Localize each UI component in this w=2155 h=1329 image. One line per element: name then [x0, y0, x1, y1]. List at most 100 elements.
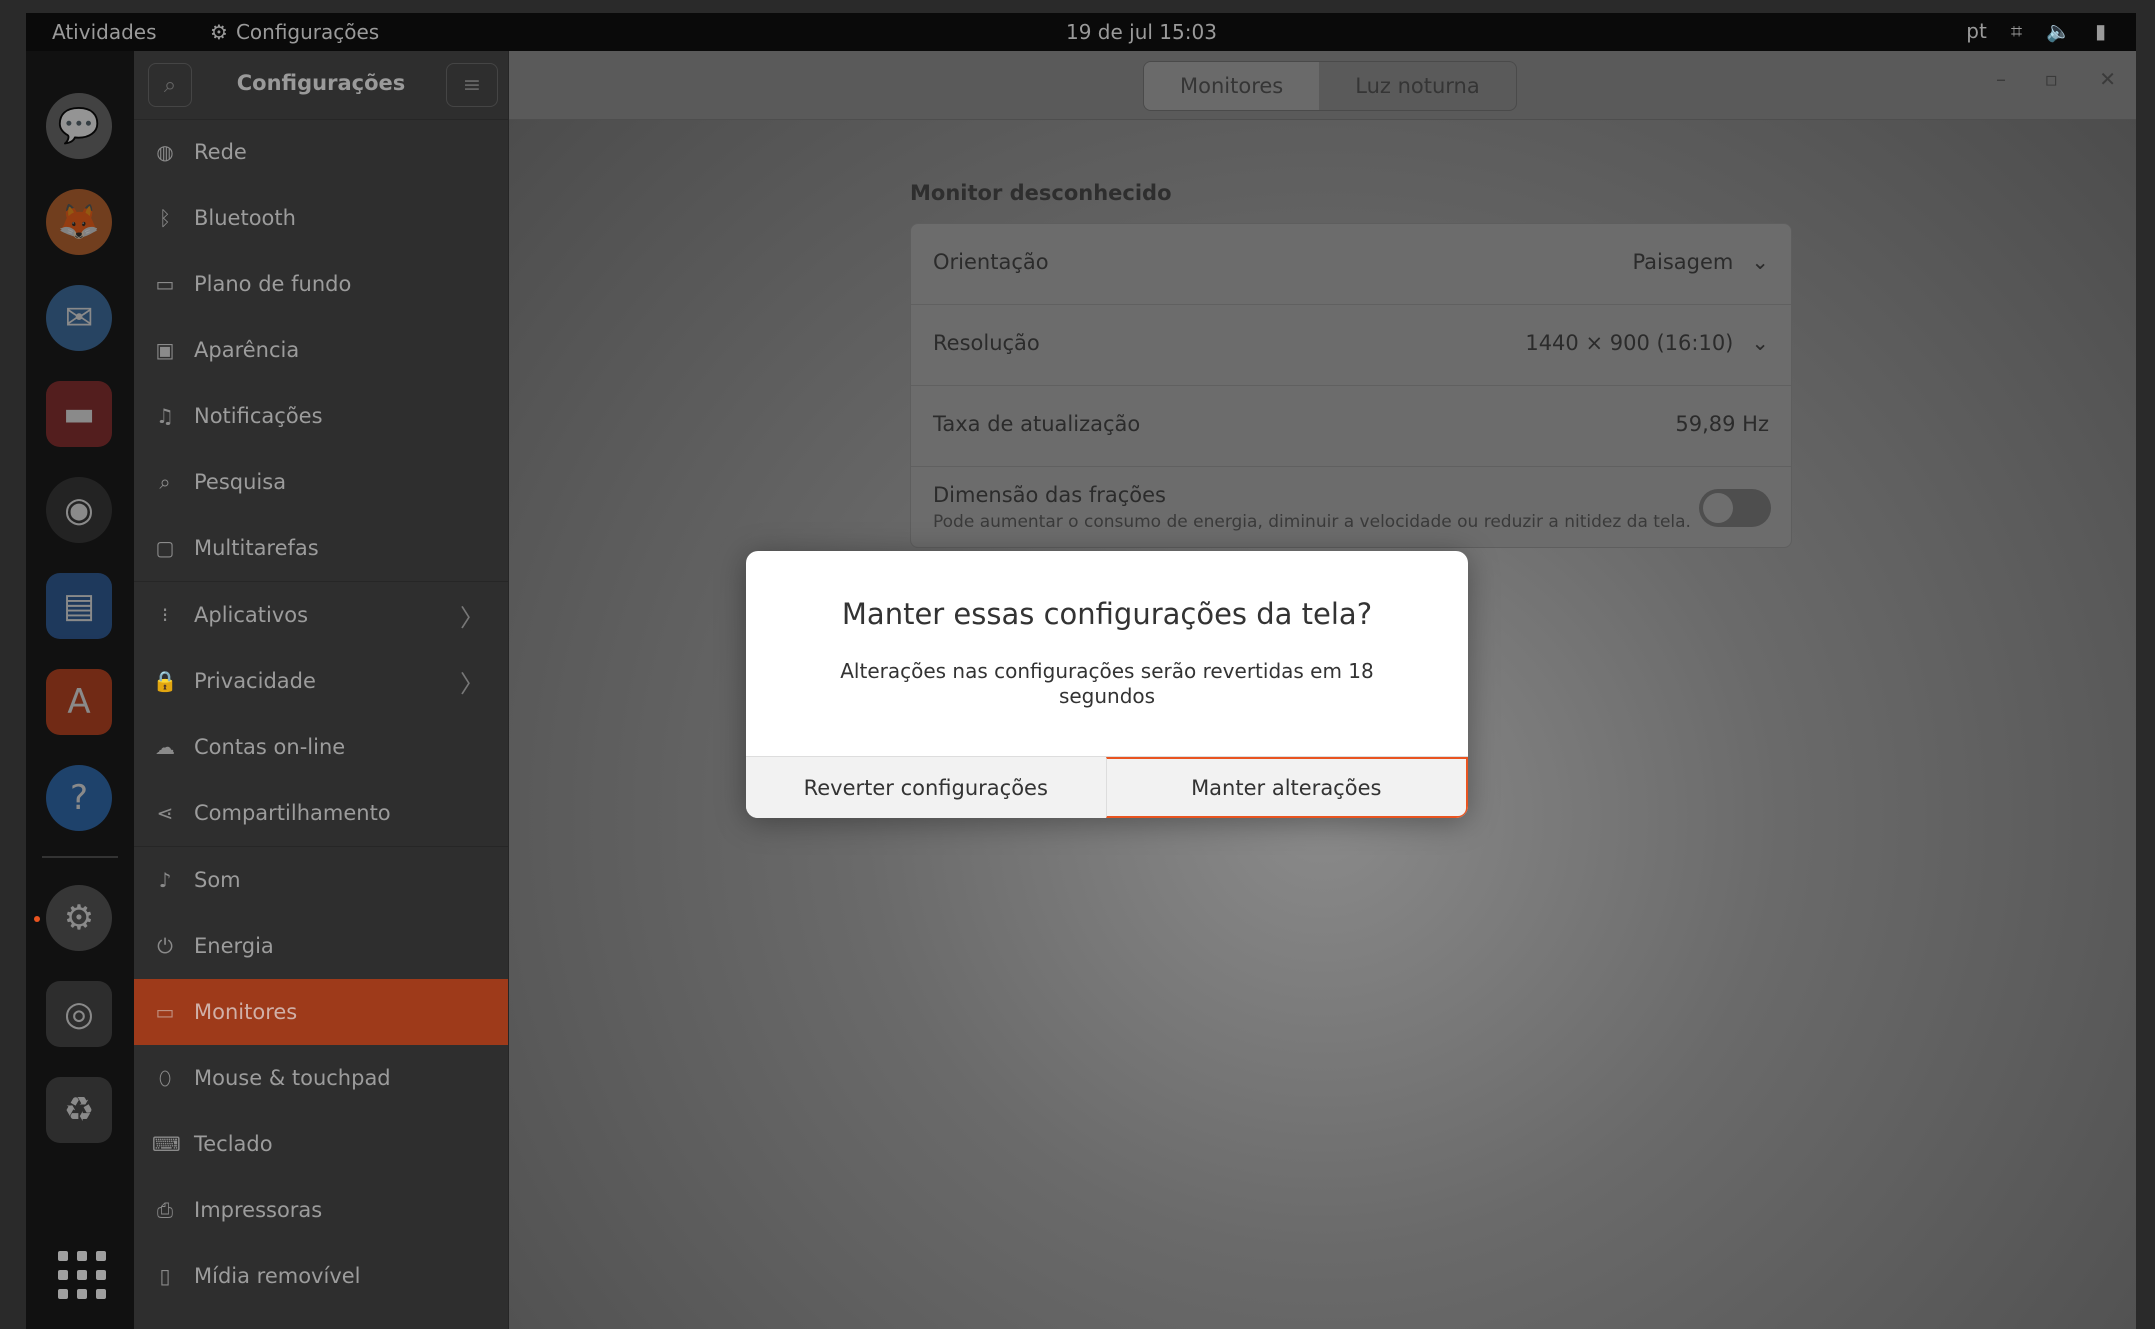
battery-icon: ▮	[2094, 19, 2106, 43]
gear-icon: ⚙	[210, 20, 228, 44]
app-menu[interactable]: ⚙ Configurações	[210, 20, 379, 44]
resolution-row[interactable]: Resolução 1440 × 900 (16:10) ⌄	[911, 305, 1791, 386]
chat-app-icon[interactable]: 💬	[46, 93, 112, 159]
trash-icon[interactable]: ♻	[46, 1077, 112, 1143]
power-icon: ⏻	[157, 934, 173, 958]
keep-changes-button[interactable]: Manter alterações	[1105, 757, 1468, 818]
sidebar-item-midia-removivel[interactable]: ▯ Mídia removível	[134, 1243, 508, 1309]
sidebar-item-aparencia[interactable]: ▣ Aparência	[134, 317, 508, 383]
sidebar-item-label: Plano de fundo	[194, 272, 352, 296]
revert-settings-button[interactable]: Reverter configurações	[746, 757, 1106, 818]
fractional-scaling-label: Dimensão das frações	[933, 483, 1166, 507]
sidebar-item-rede[interactable]: ◍ Rede	[134, 119, 508, 185]
monitor-name: Monitor desconhecido	[910, 181, 1172, 205]
sidebar-list: ◍ Rede ᛒ Bluetooth ▭ Plano de fundo ▣ Aparên…	[134, 119, 508, 1309]
sidebar-item-impressoras[interactable]: ⎙ Impressoras	[134, 1177, 508, 1243]
orientation-row[interactable]: Orientação Paisagem ⌄	[911, 224, 1791, 305]
sidebar-item-notificacoes[interactable]: ♫ Notificações	[134, 383, 508, 449]
fractional-scaling-row: Dimensão das frações Pode aumentar o con…	[911, 467, 1791, 547]
dialog-title: Manter essas configurações da tela?	[841, 597, 1373, 631]
sidebar-item-label: Compartilhamento	[194, 801, 391, 825]
close-icon[interactable]: ✕	[2099, 67, 2116, 91]
mouse-icon: ⬯	[158, 1066, 172, 1090]
toggle-knob	[1703, 493, 1733, 523]
sidebar-header: ⌕ Configurações ≡	[134, 51, 508, 120]
tab-monitores[interactable]: Monitores	[1144, 62, 1320, 110]
dock: 💬 🦊 ✉ ▬ ◉ ▤ A ? ⚙ ◎ ♻	[26, 51, 134, 1329]
resolution-value: 1440 × 900 (16:10)	[1525, 331, 1734, 355]
maximize-icon[interactable]: ▫	[2044, 67, 2058, 91]
apps-grid-icon: ⁝	[161, 603, 169, 627]
printer-icon: ⎙	[157, 1198, 173, 1222]
settings-app-icon[interactable]: ⚙	[46, 885, 112, 951]
chevron-down-icon: ⌄	[1751, 250, 1769, 274]
sidebar-item-label: Mídia removível	[194, 1264, 361, 1288]
music-note-icon: ♪	[158, 868, 172, 892]
cloud-icon: ☁	[155, 735, 175, 759]
fractional-scaling-toggle[interactable]	[1699, 489, 1771, 527]
sidebar-item-label: Monitores	[194, 1000, 298, 1024]
sidebar-item-label: Aplicativos	[194, 603, 309, 627]
activities-button[interactable]: Atividades	[52, 20, 157, 44]
system-tray[interactable]: pt ⌗ 🔈 ▮	[1966, 19, 2106, 43]
sidebar-item-aplicativos[interactable]: ⁝ Aplicativos 〉	[134, 582, 508, 648]
volume-icon: 🔈	[2046, 19, 2071, 43]
sidebar-item-label: Som	[194, 868, 241, 892]
thunderbird-icon[interactable]: ✉	[46, 285, 112, 351]
confirm-display-dialog: Manter essas configurações da tela? Alte…	[746, 551, 1468, 818]
sidebar-item-label: Privacidade	[194, 669, 316, 693]
minimize-icon[interactable]: –	[1996, 67, 2006, 91]
rhythmbox-icon[interactable]: ◉	[46, 477, 112, 543]
clock[interactable]: 19 de jul 15:03	[1066, 20, 1217, 44]
monitor-icon: ▭	[155, 1000, 175, 1024]
sidebar-item-label: Energia	[194, 934, 274, 958]
network-icon: ⌗	[2010, 19, 2023, 43]
writer-icon[interactable]: ▤	[46, 573, 112, 639]
files-icon[interactable]: ▬	[46, 381, 112, 447]
chevron-right-icon: 〉	[460, 603, 484, 632]
appearance-icon: ▣	[155, 338, 175, 362]
dialog-message: Alterações nas configurações serão rever…	[840, 659, 1374, 708]
resolution-label: Resolução	[933, 331, 1040, 355]
menu-button[interactable]: ≡	[446, 63, 498, 107]
removable-media-icon: ▯	[159, 1264, 171, 1288]
sidebar-item-monitores[interactable]: ▭ Monitores	[134, 979, 508, 1045]
share-icon: ⋖	[156, 801, 174, 825]
sidebar-item-plano-de-fundo[interactable]: ▭ Plano de fundo	[134, 251, 508, 317]
sidebar-item-energia[interactable]: ⏻ Energia	[134, 913, 508, 979]
sidebar-item-mouse[interactable]: ⬯ Mouse & touchpad	[134, 1045, 508, 1111]
software-center-icon[interactable]: A	[46, 669, 112, 735]
disk-icon[interactable]: ◎	[46, 981, 112, 1047]
sidebar-item-privacidade[interactable]: 🔒 Privacidade 〉	[134, 648, 508, 714]
show-apps-icon[interactable]	[58, 1251, 106, 1299]
sidebar-item-label: Impressoras	[194, 1198, 323, 1222]
sidebar-item-compartilhamento[interactable]: ⋖ Compartilhamento	[134, 780, 508, 847]
help-icon[interactable]: ?	[46, 765, 112, 831]
hamburger-icon: ≡	[462, 72, 482, 98]
bluetooth-icon: ᛒ	[159, 206, 171, 230]
orientation-label: Orientação	[933, 250, 1049, 274]
sidebar-item-pesquisa[interactable]: ⌕ Pesquisa	[134, 449, 508, 515]
running-indicator	[34, 916, 40, 922]
sidebar-item-label: Pesquisa	[194, 470, 287, 494]
orientation-value: Paisagem	[1632, 250, 1734, 274]
sidebar-item-label: Teclado	[194, 1132, 273, 1156]
sidebar-item-label: Multitarefas	[194, 536, 319, 560]
sidebar-item-som[interactable]: ♪ Som	[134, 847, 508, 913]
sidebar-item-contas-online[interactable]: ☁ Contas on-line	[134, 714, 508, 780]
sidebar-item-bluetooth[interactable]: ᛒ Bluetooth	[134, 185, 508, 251]
sidebar-item-label: Mouse & touchpad	[194, 1066, 391, 1090]
sidebar-item-teclado[interactable]: ⌨ Teclado	[134, 1111, 508, 1177]
firefox-icon[interactable]: 🦊	[46, 189, 112, 255]
sidebar-item-label: Aparência	[194, 338, 300, 362]
multitask-icon: ▢	[155, 536, 175, 560]
keyboard-icon: ⌨	[152, 1132, 181, 1156]
sidebar-item-multitarefas[interactable]: ▢ Multitarefas	[134, 515, 508, 582]
dialog-buttons: Reverter configurações Manter alterações	[746, 756, 1468, 818]
refresh-rate-label: Taxa de atualização	[933, 412, 1141, 436]
chevron-right-icon: 〉	[460, 669, 484, 698]
tab-luz-noturna[interactable]: Luz noturna	[1319, 62, 1515, 110]
language-indicator[interactable]: pt	[1966, 19, 1987, 43]
app-menu-label: Configurações	[235, 20, 380, 44]
dock-separator	[42, 856, 118, 858]
